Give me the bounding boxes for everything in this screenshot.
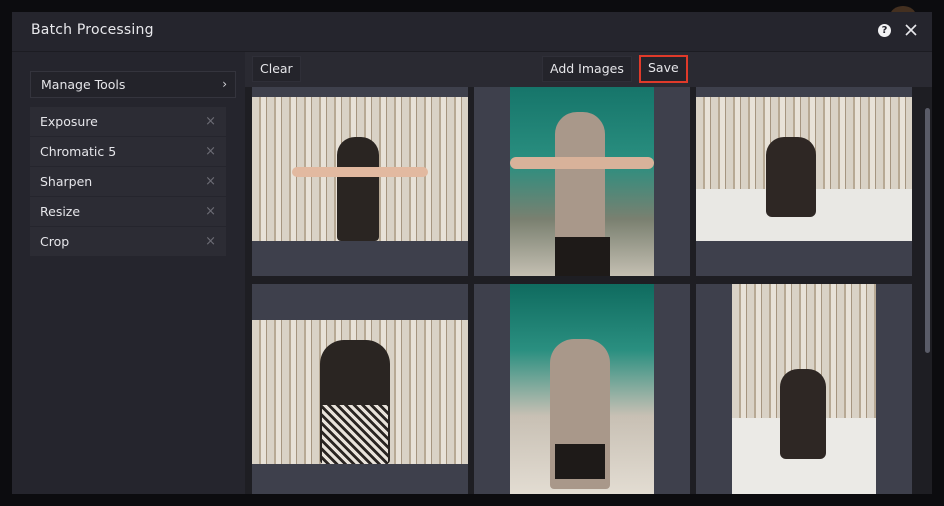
- remove-tool-icon[interactable]: ×: [205, 167, 216, 196]
- tool-item-sharpen[interactable]: Sharpen ×: [30, 167, 226, 196]
- remove-tool-icon[interactable]: ×: [205, 137, 216, 166]
- tool-label: Exposure: [40, 114, 98, 129]
- dialog-title: Batch Processing: [31, 22, 154, 38]
- tool-list: Exposure × Chromatic 5 × Sharpen × Resiz…: [30, 107, 226, 257]
- tool-item-resize[interactable]: Resize ×: [30, 197, 226, 226]
- save-button[interactable]: Save: [639, 55, 688, 83]
- image-cell[interactable]: [474, 284, 690, 494]
- add-images-button[interactable]: Add Images: [542, 56, 632, 82]
- chevron-right-icon: ›: [222, 77, 227, 91]
- image-toolbar: Clear Add Images Save: [245, 52, 932, 87]
- remove-tool-icon[interactable]: ×: [205, 197, 216, 226]
- image-cell[interactable]: [252, 284, 468, 494]
- tool-label: Chromatic 5: [40, 144, 117, 159]
- image-cell[interactable]: [696, 87, 912, 276]
- image-thumbnail: [510, 87, 654, 276]
- tool-label: Crop: [40, 234, 70, 249]
- image-cell[interactable]: [252, 87, 468, 276]
- remove-tool-icon[interactable]: ×: [205, 227, 216, 256]
- clear-button[interactable]: Clear: [252, 56, 301, 82]
- tool-label: Sharpen: [40, 174, 93, 189]
- image-thumbnail: [510, 284, 654, 494]
- image-cell[interactable]: [474, 87, 690, 276]
- image-grid: [245, 87, 932, 494]
- image-thumbnail: [252, 97, 468, 241]
- tool-item-chromatic[interactable]: Chromatic 5 ×: [30, 137, 226, 166]
- image-thumbnail: [696, 97, 912, 241]
- tool-label: Resize: [40, 204, 81, 219]
- manage-tools-label: Manage Tools: [41, 77, 126, 92]
- dialog-header: Batch Processing ?: [12, 12, 932, 52]
- image-thumbnail: [732, 284, 876, 494]
- image-cell[interactable]: [696, 284, 912, 494]
- image-thumbnail: [252, 320, 468, 464]
- close-icon[interactable]: [902, 21, 920, 39]
- tools-sidebar: Manage Tools › Exposure × Chromatic 5 × …: [12, 52, 245, 494]
- grid-scrollbar[interactable]: [925, 108, 930, 353]
- remove-tool-icon[interactable]: ×: [205, 107, 216, 136]
- batch-processing-dialog: Batch Processing ? Manage Tools › Exposu…: [12, 12, 932, 494]
- tool-item-exposure[interactable]: Exposure ×: [30, 107, 226, 136]
- help-icon[interactable]: ?: [878, 24, 891, 37]
- tool-item-crop[interactable]: Crop ×: [30, 227, 226, 256]
- manage-tools-button[interactable]: Manage Tools ›: [30, 71, 236, 98]
